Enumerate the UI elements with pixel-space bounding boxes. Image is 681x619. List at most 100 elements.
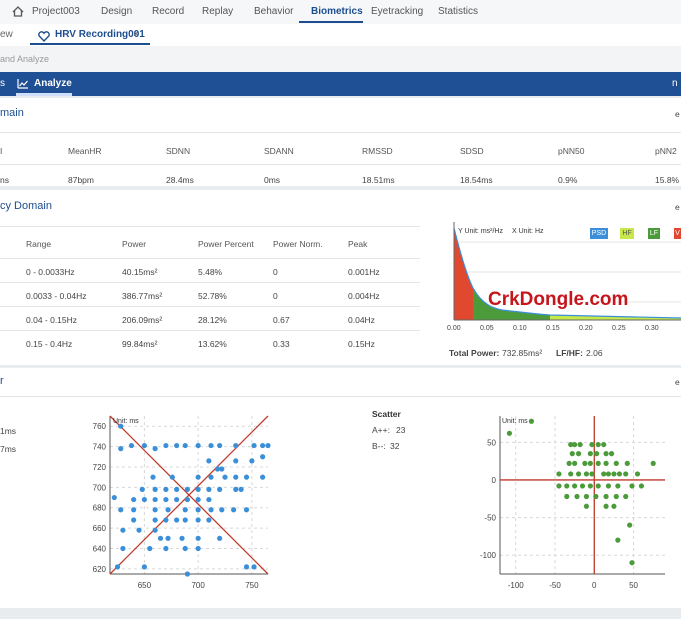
divider <box>0 396 681 397</box>
time-header-rmssd: RMSSD <box>362 146 393 156</box>
poincare-point <box>120 527 126 533</box>
scatter-point <box>593 493 599 500</box>
nav-item-behavior[interactable]: Behavior <box>254 6 293 17</box>
psd-chart: 0.00 0.05 0.10 0.15 0.20 0.25 0.30 Y Uni… <box>440 222 681 334</box>
poincare-point <box>195 442 201 449</box>
nav-item-replay[interactable]: Replay <box>202 6 233 17</box>
poincare-point <box>217 535 223 541</box>
home-icon[interactable] <box>12 6 24 20</box>
freq-row1-peak: 0.001Hz <box>348 267 380 277</box>
subtab-analyze[interactable]: Analyze <box>34 78 72 89</box>
freq-row4-percent: 13.62% <box>198 339 227 349</box>
divider <box>0 306 420 307</box>
poincare-point <box>222 474 228 480</box>
nav-item-design[interactable]: Design <box>101 6 132 17</box>
poincare-point <box>163 442 169 449</box>
poincare-point <box>206 458 212 464</box>
time-header-0: I <box>0 146 3 156</box>
poincare-point <box>182 507 188 513</box>
watermark: CrkDongle.com <box>488 289 629 310</box>
poincare-point <box>208 474 214 480</box>
time-header-meanhr: MeanHR <box>68 146 102 156</box>
scatter-label: Scatter <box>372 409 401 419</box>
tab-previous[interactable]: ew <box>0 29 13 40</box>
poincare-point <box>217 486 223 492</box>
poincare-point <box>233 458 239 464</box>
poincare-unit: Unit: ms <box>113 418 139 425</box>
nav-item-eyetracking[interactable]: Eyetracking <box>371 6 423 17</box>
poincare-point <box>118 446 124 452</box>
poincare-ytick: 760 <box>93 422 107 431</box>
poincare-point <box>152 486 158 492</box>
subtab-next[interactable]: n <box>672 78 678 89</box>
freq-row4-peak: 0.15Hz <box>348 339 375 349</box>
nav-item-statistics[interactable]: Statistics <box>438 6 478 17</box>
time-domain-more[interactable]: e <box>675 109 680 119</box>
poincare-stat-1: 1ms <box>0 426 17 436</box>
poincare-point <box>219 466 225 472</box>
scatter-point <box>611 471 617 477</box>
scatter-point <box>589 441 595 448</box>
poincare-point <box>147 545 153 552</box>
project-name[interactable]: Project003 <box>32 6 80 17</box>
psd-xtick-2: 0.10 <box>513 325 527 332</box>
chart-icon <box>17 78 29 92</box>
poincare-point <box>157 535 164 541</box>
poincare-ytick: 740 <box>93 443 107 452</box>
poincare-point <box>152 517 158 523</box>
subtab-previous[interactable]: s <box>0 78 5 89</box>
scatter-ytick: -100 <box>480 551 497 560</box>
tab-close-icon[interactable]: × <box>133 29 139 40</box>
scatter-xtick: 50 <box>629 581 638 590</box>
scatter-point <box>575 471 582 477</box>
poincare-point <box>165 507 171 513</box>
psd-y-unit: Y Unit: ms²/Hz <box>458 228 503 235</box>
poincare-point <box>139 486 145 492</box>
nav-item-biometrics[interactable]: Biometrics <box>311 6 363 17</box>
poincare-point <box>141 564 147 570</box>
freq-row4-range: 0.15 - 0.4Hz <box>26 339 73 349</box>
scatter-point <box>623 493 629 500</box>
freq-header-power-norm: Power Norm. <box>273 239 323 249</box>
poincare-point <box>163 517 169 523</box>
psd-x-unit: X Unit: Hz <box>512 228 544 235</box>
freq-row2-range: 0.0033 - 0.04Hz <box>26 291 87 301</box>
poincare-point <box>233 486 239 492</box>
scatter-point <box>601 471 607 477</box>
freq-row3-peak: 0.04Hz <box>348 315 375 325</box>
poincare-point <box>219 507 225 513</box>
poincare-panel: r e 1ms 7ms Scatter A++: 23 B--: 32 620 6… <box>0 368 681 608</box>
scatter-point <box>587 483 593 489</box>
scatter-point <box>603 503 609 509</box>
tab-hrv-recording[interactable]: HRV Recording001 <box>55 29 145 40</box>
freq-row2-percent: 52.78% <box>198 291 227 301</box>
poincare-title: r <box>0 375 4 387</box>
time-header-sdsd: SDSD <box>460 146 484 156</box>
scatter-point <box>594 451 600 457</box>
scatter-point <box>616 471 623 477</box>
poincare-point <box>182 442 188 449</box>
scatter-point <box>582 460 588 466</box>
scatter-point <box>627 522 633 528</box>
time-value-sdann: 0ms <box>264 175 281 185</box>
nav-item-record[interactable]: Record <box>152 6 184 17</box>
legend-hf[interactable]: HF <box>620 228 634 239</box>
poincare-point <box>128 442 135 449</box>
poincare-point <box>195 496 201 503</box>
poincare-point <box>174 496 180 503</box>
divider <box>0 282 420 283</box>
poincare-point <box>206 517 212 523</box>
poincare-point <box>118 507 124 513</box>
lfhf-label: LF/HF: <box>556 348 583 358</box>
poincare-more[interactable]: e <box>675 377 680 387</box>
scatter-ytick: -50 <box>484 514 496 523</box>
freq-row4-norm: 0.33 <box>273 339 290 349</box>
legend-lf[interactable]: LF <box>648 228 660 239</box>
frequency-domain-more[interactable]: e <box>675 202 680 212</box>
poincare-point <box>141 442 147 449</box>
scatter-a-label: A++: <box>372 425 390 435</box>
scatter-b-value: 32 <box>390 441 400 451</box>
legend-vlf[interactable]: V <box>674 228 681 239</box>
freq-row3-power: 206.09ms² <box>122 315 163 325</box>
legend-psd[interactable]: PSD <box>590 228 608 239</box>
